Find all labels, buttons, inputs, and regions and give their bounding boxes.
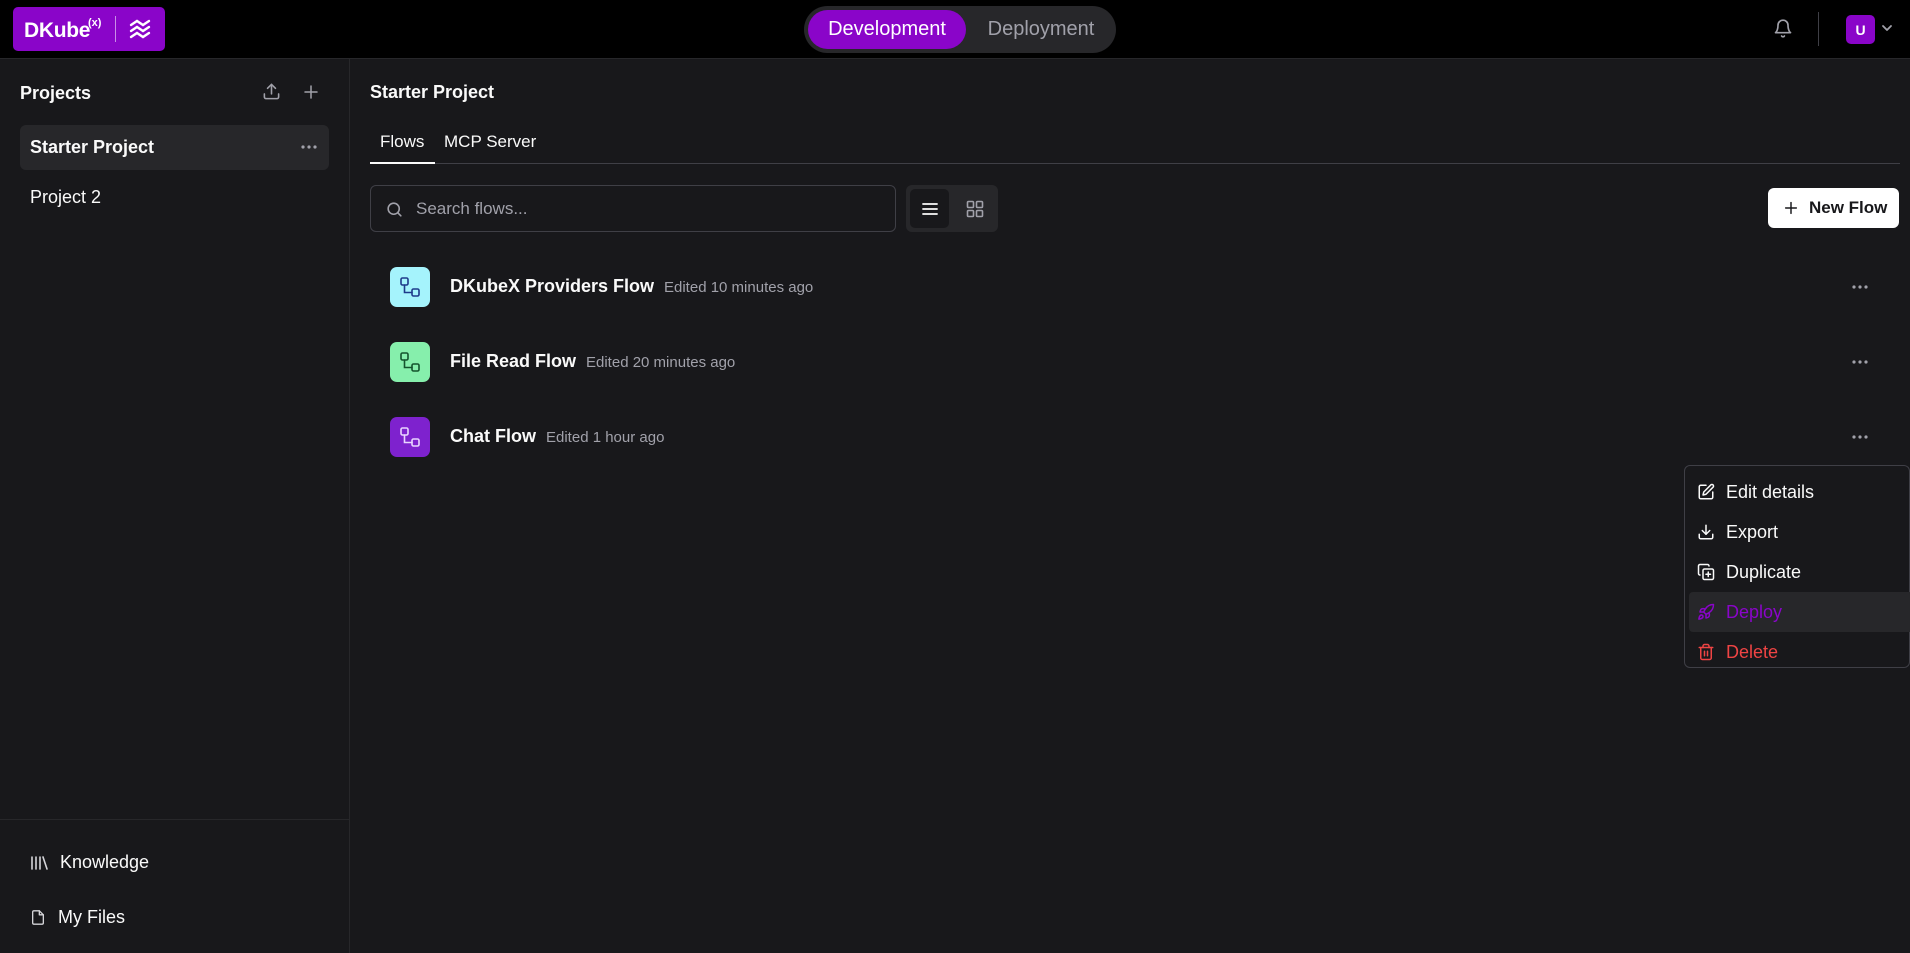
brand-logo[interactable]: DKube (x) <box>13 7 165 51</box>
view-toggle <box>906 185 998 232</box>
grid-view-button[interactable] <box>955 189 994 228</box>
tab-flows[interactable]: Flows <box>380 132 424 152</box>
new-flow-label: New Flow <box>1809 198 1888 217</box>
search-flows-input[interactable] <box>416 196 876 222</box>
menu-item-label: Duplicate <box>1726 561 1802 582</box>
user-avatar[interactable]: U <box>1846 15 1875 44</box>
brand-name: DKube <box>24 19 91 42</box>
flow-name[interactable]: Chat Flow <box>450 426 536 447</box>
new-flow-button[interactable]: New Flow <box>1768 188 1899 228</box>
list-view-button[interactable] <box>910 189 949 228</box>
my-files-label: My Files <box>58 907 125 927</box>
menu-item-export[interactable]: Export <box>1689 512 1910 552</box>
menu-item-delete[interactable]: Delete <box>1689 632 1910 672</box>
mode-switch: Development Deployment <box>804 6 1116 53</box>
upload-icon[interactable] <box>262 82 281 101</box>
list-icon <box>921 201 939 217</box>
flow-name[interactable]: File Read Flow <box>450 351 576 372</box>
menu-item-label: Deploy <box>1726 601 1783 622</box>
tabs-divider <box>370 163 1900 164</box>
project-label: Starter Project <box>30 137 155 157</box>
projects-sidebar: Projects Starter Project Project 2 Knowl… <box>0 59 350 953</box>
sidebar-link-my-files[interactable]: My Files <box>30 907 125 928</box>
page-title: Starter Project <box>370 82 495 102</box>
menu-item-label: Export <box>1726 521 1779 542</box>
search-box <box>370 185 896 232</box>
sidebar-item-project-2[interactable]: Project 2 <box>20 175 329 220</box>
mode-development-button[interactable]: Development <box>808 10 966 49</box>
more-horizontal-icon[interactable] <box>1850 277 1870 297</box>
duplicate-icon <box>1697 563 1715 581</box>
rocket-icon <box>1697 603 1715 621</box>
sidebar-title: Projects <box>20 83 92 103</box>
flow-row[interactable]: DKubeX Providers Flow Edited 10 minutes … <box>390 267 1900 309</box>
active-tab-indicator <box>370 162 435 164</box>
sidebar-item-starter-project[interactable]: Starter Project <box>20 125 329 170</box>
bell-icon[interactable] <box>1773 18 1793 39</box>
tab-mcp-server[interactable]: MCP Server <box>444 132 536 152</box>
file-icon <box>30 908 46 927</box>
flow-name[interactable]: DKubeX Providers Flow <box>450 276 654 297</box>
plus-icon <box>1783 200 1799 216</box>
more-horizontal-icon[interactable] <box>301 145 317 149</box>
waves-icon <box>129 19 151 39</box>
menu-item-label: Edit details <box>1726 481 1815 502</box>
flow-icon <box>390 342 430 382</box>
menu-item-label: Delete <box>1726 641 1779 662</box>
mode-deployment-button[interactable]: Deployment <box>970 10 1112 49</box>
menu-item-duplicate[interactable]: Duplicate <box>1689 552 1910 592</box>
menu-item-edit-details[interactable]: Edit details <box>1689 472 1910 512</box>
grid-icon <box>966 200 984 218</box>
flow-icon <box>390 417 430 457</box>
menu-item-deploy[interactable]: Deploy <box>1689 592 1910 632</box>
trash-icon <box>1697 643 1715 661</box>
flow-icon <box>390 267 430 307</box>
flow-context-menu: Edit details Export Duplicate Deploy Del… <box>1684 465 1910 668</box>
flow-row[interactable]: Chat Flow Edited 1 hour ago <box>390 417 1900 459</box>
search-icon <box>385 200 404 219</box>
topbar-divider <box>1818 12 1819 46</box>
project-label: Project 2 <box>30 187 102 207</box>
chevron-down-icon[interactable] <box>1881 24 1893 32</box>
edit-icon <box>1697 483 1715 501</box>
flow-row[interactable]: File Read Flow Edited 20 minutes ago <box>390 342 1900 384</box>
top-bar: DKube (x) Development Deployment U <box>0 0 1910 59</box>
flow-edited-time: Edited 10 minutes ago <box>664 279 814 296</box>
sidebar-divider <box>0 819 349 820</box>
sidebar-link-knowledge[interactable]: Knowledge <box>30 852 149 873</box>
download-icon <box>1697 523 1715 541</box>
brand-superscript: (x) <box>88 17 102 29</box>
flow-edited-time: Edited 20 minutes ago <box>586 354 736 371</box>
more-horizontal-icon[interactable] <box>1850 427 1870 447</box>
logo-divider <box>115 16 116 42</box>
more-horizontal-icon[interactable] <box>1850 352 1870 372</box>
library-icon <box>30 855 48 871</box>
flow-edited-time: Edited 1 hour ago <box>546 429 665 446</box>
knowledge-label: Knowledge <box>60 852 150 872</box>
add-project-icon[interactable] <box>302 83 320 101</box>
